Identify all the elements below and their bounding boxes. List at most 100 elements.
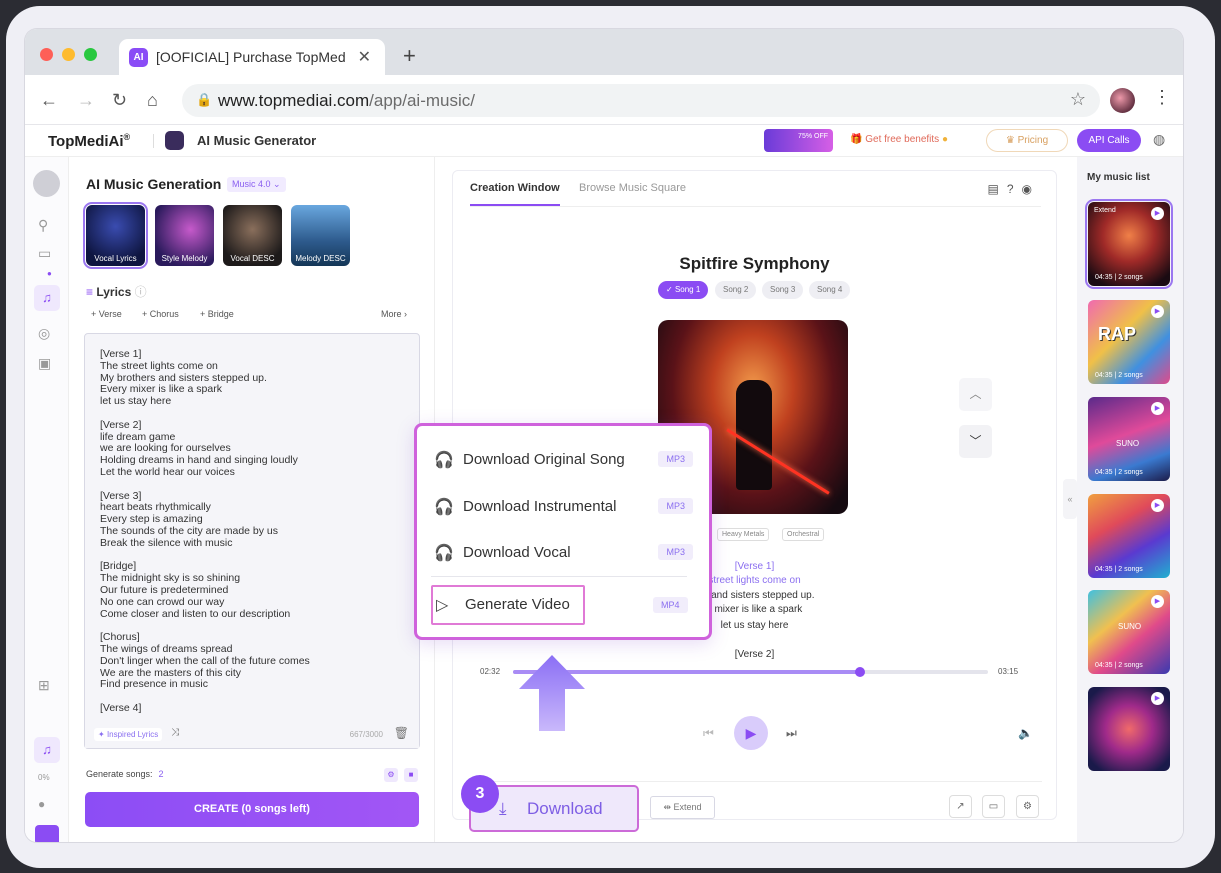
download-button[interactable]: ⤓ Download 3 [461,775,639,832]
browser-tab[interactable]: AI [OOFICIAL] Purchase TopMedi ✕ [119,39,385,75]
profile-avatar[interactable] [1110,88,1135,113]
progress-knob[interactable] [854,667,865,677]
more-tags-link[interactable]: More › [381,309,407,319]
music-list-title: My music list [1087,172,1150,183]
record-icon[interactable]: ◎ [38,325,50,342]
download-original-song-item[interactable]: 🎧 Download Original Song MP3 [431,440,693,480]
tab-creation-window[interactable]: Creation Window [470,182,560,206]
help-icon[interactable]: ⓘ [135,285,147,299]
lyrics-content[interactable]: [Verse 1] The street lights come on My b… [100,349,410,713]
browser-menu-icon[interactable]: ⋮ [1153,87,1171,108]
comment-icon[interactable]: ▭ [982,795,1005,818]
play-icon[interactable]: ▶ [1151,402,1164,415]
pricing-button[interactable]: ♛ Pricing [986,129,1068,152]
play-icon[interactable]: ▶ [1151,499,1164,512]
style-label: Melody DESC [295,254,346,263]
lyrics-footer: ✦ Inspired Lyrics ⤨ 667/3000 🗑 [85,722,419,748]
generate-songs-value[interactable]: 2 [159,769,164,779]
add-bridge-tag[interactable]: + Bridge [200,309,234,319]
lyrics-textarea[interactable]: [Verse 1] The street lights come on My b… [84,333,420,749]
inspired-lyrics-button[interactable]: ✦ Inspired Lyrics [94,728,163,741]
style-option-melody-desc[interactable]: Melody DESC [291,205,350,266]
play-icon[interactable]: ▶ [1151,692,1164,705]
add-verse-tag[interactable]: + Verse [91,309,122,319]
back-icon[interactable]: ← [40,90,58,111]
style-option-vocal-desc[interactable]: Vocal DESC [223,205,282,266]
play-icon[interactable]: ▶ [1151,305,1164,318]
maximize-window-dot[interactable] [84,48,97,61]
music-library-icon[interactable]: ♫ [34,737,60,763]
song-tab-2[interactable]: Song 2 [715,281,757,299]
music-card[interactable]: ▶ 04:35 | 2 songs [1088,494,1170,578]
download-vocal-item[interactable]: 🎧 Download Vocal MP3 [431,533,693,573]
song-tab-1[interactable]: ✓ Song 1 [658,281,709,299]
brand-logo[interactable]: TopMediAi® [48,132,130,150]
next-song-chevron-down-icon[interactable]: ﹀ [959,425,992,458]
language-globe-icon[interactable]: ◍ [1153,131,1165,148]
style-option-vocal-lyrics[interactable]: Vocal Lyrics [83,202,148,269]
music-card[interactable]: SUNO ▶ 04:35 | 2 songs [1088,590,1170,674]
home-icon[interactable]: ⌂ [147,90,158,111]
footer-divider [467,781,1042,782]
play-button[interactable]: ▶ [734,716,768,750]
new-tab-icon[interactable]: + [403,43,416,69]
wallet-icon[interactable] [35,825,59,842]
url-field[interactable]: 🔒 www.topmediai.com/app/ai-music/ ☆ [182,84,1100,117]
promo-banner[interactable]: 75% OFF [764,129,833,152]
toolbox-icon[interactable]: ▣ [38,355,51,372]
help-circle-icon[interactable]: ? [1007,182,1022,196]
forward-icon[interactable]: → [77,90,95,111]
genre-tag: Heavy Metals [717,528,770,541]
music-card[interactable]: SUNO ▶ 04:35 | 2 songs [1088,397,1170,481]
share-icon[interactable]: ↗ [949,795,972,818]
song-tab-3[interactable]: Song 3 [762,281,804,299]
previous-song-chevron-up-icon[interactable]: ︿ [959,378,992,411]
tab-close-icon[interactable]: ✕ [358,47,371,67]
record-list-icon[interactable]: ▤ [987,182,1006,196]
chevron-right-icon: › [404,309,408,319]
trash-icon[interactable]: 🗑 [394,726,409,740]
user-avatar[interactable] [33,170,60,197]
create-button[interactable]: CREATE (0 songs left) [85,792,419,827]
tab-browse-music-square[interactable]: Browse Music Square [579,182,686,194]
api-calls-button[interactable]: API Calls [1077,129,1141,152]
skip-back-icon[interactable]: ⏮ [703,726,714,741]
add-chorus-tag[interactable]: + Chorus [142,309,179,319]
coin-icon: ● [939,134,948,145]
image-tool-icon[interactable]: ⚲ [38,217,48,234]
music-card[interactable]: RAP ▶ 04:35 | 2 songs [1088,300,1170,384]
reload-icon[interactable]: ↻ [112,90,127,111]
play-icon[interactable]: ▶ [1151,595,1164,608]
minimize-window-dot[interactable] [62,48,75,61]
song-tab-4[interactable]: Song 4 [809,281,851,299]
download-instrumental-item[interactable]: 🎧 Download Instrumental MP3 [431,487,693,527]
lyrics-label: Lyrics [96,285,132,299]
info-icon[interactable]: ● [38,797,45,811]
free-benefits-link[interactable]: 🎁 Get free benefits ● [850,134,948,145]
model-selector[interactable]: Music 4.0 ⌄ [227,177,286,192]
apps-grid-icon[interactable]: ⊞ [38,677,50,694]
lock-option-icon[interactable]: ■ [404,768,418,782]
generate-video-item[interactable]: ▷ Generate Video [431,585,585,625]
brand-registered-mark: ® [123,132,131,142]
discord-icon[interactable]: ◉ [1022,182,1040,196]
extend-button[interactable]: ⇹ Extend [650,796,715,819]
style-option-style-melody[interactable]: Style Melody [155,205,214,266]
format-badge: MP3 [658,451,693,467]
music-card[interactable]: ▶ [1088,687,1170,771]
collapse-panel-chevron-icon[interactable]: « [1063,479,1077,519]
shuffle-icon[interactable]: ⤨ [171,727,179,738]
current-time: 02:32 [480,667,501,676]
header-divider [153,134,154,148]
music-note-icon[interactable]: ♫ [34,285,60,311]
bookmark-star-icon[interactable]: ☆ [1070,89,1086,110]
music-card[interactable]: Extend ▶ 04:35 | 2 songs [1085,199,1173,289]
settings-gear-icon[interactable]: ⚙ [384,768,398,782]
volume-icon[interactable]: 🔈 [1018,726,1033,740]
skip-forward-icon[interactable]: ⏭ [786,726,797,741]
settings-icon[interactable]: ⚙ [1016,795,1039,818]
folder-icon[interactable]: ▭ [38,245,51,262]
headphones-icon: 🎧 [434,545,454,562]
play-icon[interactable]: ▶ [1151,207,1164,220]
close-window-dot[interactable] [40,48,53,61]
